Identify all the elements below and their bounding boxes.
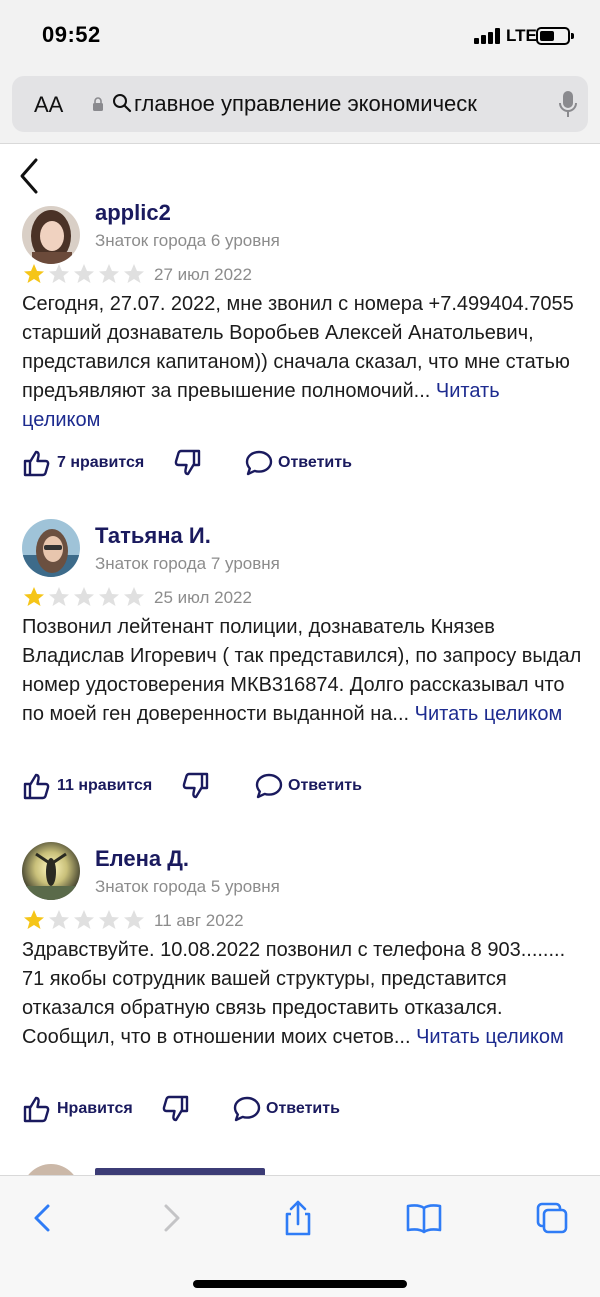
review-date: 27 июл 2022 [154,265,252,284]
search-icon [113,94,132,113]
status-time: 09:52 [42,22,101,47]
bookmarks-icon[interactable] [404,1198,444,1238]
rating-stars [22,262,146,284]
url-text[interactable]: главное управление экономическ [134,91,540,117]
thumbs-up-icon [23,1096,50,1123]
review-text: Сегодня, 27.07. 2022, мне звонил с номер… [22,290,582,435]
star-filled-icon [24,264,44,283]
comment-icon [255,773,283,799]
star-empty-icon [49,264,69,283]
address-bar[interactable]: AA главное управление экономическ [12,76,588,132]
tabs-icon[interactable] [532,1198,572,1238]
avatar [22,206,80,264]
likes-label: Нравится [57,1100,133,1117]
review-actions: 7 нравится Ответить [22,448,582,480]
comment-icon [245,450,273,476]
share-icon[interactable] [278,1198,318,1238]
star-empty-icon [74,910,94,929]
network-type: LTE [506,26,537,45]
author-level: Знаток города 7 уровня [95,554,280,573]
thumbs-down-icon[interactable] [180,771,210,801]
review-date: 11 авг 2022 [154,911,244,930]
text-size-button[interactable]: AA [34,92,63,118]
reply-label: Ответить [266,1100,340,1117]
review-author[interactable]: applic2 [95,200,171,226]
review-card: applic2 Знаток города 6 уровня 27 июл 20… [0,200,600,502]
author-level: Знаток города 6 уровня [95,231,280,250]
star-empty-icon [49,910,69,929]
review-text: Позвонил лейтенант полиции, дознаватель … [22,613,582,729]
back-icon[interactable] [22,1198,62,1238]
star-empty-icon [74,264,94,283]
read-more-link[interactable]: Читать целиком [415,703,563,725]
rating-stars [22,585,146,607]
browser-address-area: AA главное управление экономическ [0,72,600,144]
microphone-icon[interactable] [558,90,578,118]
star-empty-icon [74,587,94,606]
browser-toolbar [0,1175,600,1297]
lock-icon [93,97,103,111]
star-empty-icon [124,910,144,929]
next-review-author-partial [95,1168,265,1175]
star-empty-icon [49,587,69,606]
review-text: Здравствуйте. 10.08.2022 позвонил с теле… [22,936,582,1052]
back-chevron-icon[interactable] [16,156,44,196]
thumbs-up-icon [23,450,50,477]
star-filled-icon [24,910,44,929]
thumbs-down-icon[interactable] [172,448,202,478]
likes-label: 11 нравится [57,777,153,794]
reviews-list: applic2 Знаток города 6 уровня 27 июл 20… [0,200,600,1175]
read-more-link[interactable]: Читать целиком [416,1026,564,1048]
battery-icon [536,27,574,45]
reply-label: Ответить [288,777,362,794]
star-empty-icon [99,264,119,283]
review-card: Татьяна И. Знаток города 7 уровня 25 июл… [0,505,600,825]
text-size-label: AA [34,92,64,117]
review-actions: 11 нравится Ответить [22,771,582,803]
rating-stars [22,908,146,930]
review-author[interactable]: Елена Д. [95,846,189,872]
star-empty-icon [124,264,144,283]
avatar [22,842,80,900]
thumbs-up-icon [23,773,50,800]
star-empty-icon [99,587,119,606]
avatar [22,1164,80,1175]
status-bar: 09:52 LTE [0,0,600,72]
review-actions: Нравится Ответить [22,1094,582,1126]
review-date: 25 июл 2022 [154,588,252,607]
reply-label: Ответить [278,454,352,471]
signal-bars-icon [474,28,502,44]
star-empty-icon [124,587,144,606]
star-filled-icon [24,587,44,606]
review-author[interactable]: Татьяна И. [95,523,211,549]
thumbs-down-icon[interactable] [160,1094,190,1124]
comment-icon [233,1096,261,1122]
likes-label: 7 нравится [57,454,145,471]
star-empty-icon [99,910,119,929]
home-indicator [193,1280,407,1288]
avatar [22,519,80,577]
review-card: Елена Д. Знаток города 5 уровня 11 авг 2… [0,828,600,1148]
author-level: Знаток города 5 уровня [95,877,280,896]
forward-icon[interactable] [152,1198,192,1238]
